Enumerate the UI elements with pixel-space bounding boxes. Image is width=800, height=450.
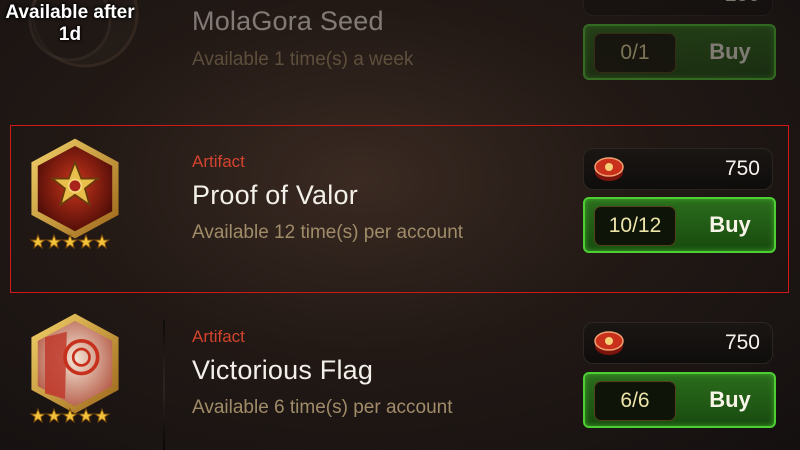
lock-timer: Available after 1d (0, 0, 140, 70)
lock-timer-line1: Available after (5, 2, 135, 23)
item-name: Victorious Flag (192, 355, 374, 385)
price-box: 750 (583, 322, 773, 364)
shop-row-victorious-flag[interactable]: Artifact Victorious Flag Available 6 tim… (0, 300, 800, 450)
selection-highlight (10, 125, 789, 293)
item-category: Artifact (192, 327, 245, 346)
item-name: MolaGora Seed (192, 6, 384, 36)
price-value: 750 (724, 331, 760, 354)
buy-label: Buy (709, 387, 751, 412)
purchase-count: 6/6 (594, 381, 676, 421)
ruby-coin-icon (594, 331, 624, 355)
price-value: 250 (725, 0, 760, 7)
buy-button[interactable]: 6/6 Buy (583, 372, 776, 428)
purchase-count: 0/1 (594, 33, 676, 73)
item-availability: Available 6 time(s) per account (192, 397, 453, 418)
lock-timer-text: Available after 1d (0, 2, 140, 46)
price-box: 250 (583, 0, 773, 16)
five-star-rating (30, 407, 110, 424)
item-availability: Available 1 time(s) a week (192, 49, 414, 70)
buy-label: Buy (709, 39, 751, 64)
buy-button[interactable]: 0/1 Buy (583, 24, 776, 80)
lock-timer-line2: 1d (58, 24, 82, 45)
